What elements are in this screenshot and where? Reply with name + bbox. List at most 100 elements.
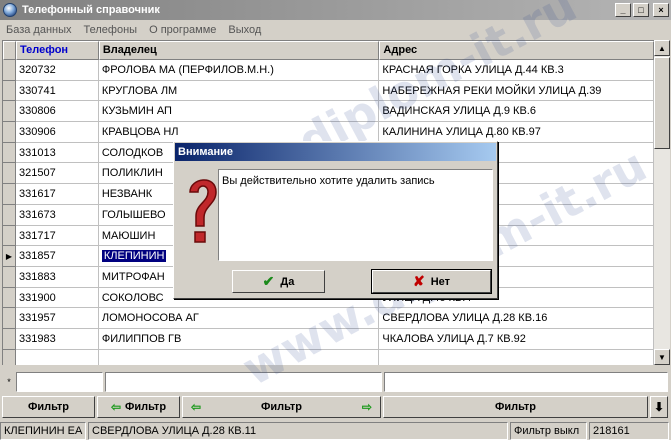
cell-phone[interactable]: 331883 bbox=[15, 266, 99, 288]
table-row[interactable]: 330741 КРУГЛОВА ЛМ НАБЕРЕЖНАЯ РЕКИ МОЙКИ У… bbox=[3, 80, 654, 102]
cell-owner[interactable]: КУЗЬМИН АП bbox=[98, 101, 380, 123]
filter-inputs: * bbox=[2, 372, 670, 392]
table-row[interactable]: 330806 КУЗЬМИН АП ВАДИНСКАЯ УЛИЦА Д.9 КВ.6 bbox=[3, 101, 654, 123]
cell-address[interactable]: КАЛИНИНА УЛИЦА Д.80 КВ.97 bbox=[379, 122, 654, 143]
yes-label: Да bbox=[280, 275, 295, 288]
cell-text: 330906 bbox=[18, 126, 56, 139]
column-owner[interactable]: Владелец bbox=[98, 41, 380, 60]
cell-text: 331883 bbox=[18, 270, 56, 283]
cell-owner[interactable]: ФИЛИППОВ ГВ bbox=[98, 328, 380, 350]
cell-phone[interactable]: 331983 bbox=[15, 328, 99, 350]
cell-phone[interactable]: 331857 bbox=[15, 246, 99, 267]
cell-phone[interactable] bbox=[16, 349, 99, 365]
table-row[interactable]: 331983 ФИЛИППОВ ГВ ЧКАЛОВА УЛИЦА Д.7 КВ.92 bbox=[3, 328, 654, 350]
arrow-left-icon: ⇦ bbox=[110, 400, 121, 414]
row-indicator bbox=[3, 60, 16, 81]
cell-text: 330741 bbox=[18, 84, 56, 97]
scroll-down-button[interactable]: ▼ bbox=[654, 349, 670, 365]
question-mark-icon bbox=[189, 179, 217, 243]
column-address[interactable]: Адрес bbox=[379, 41, 654, 60]
cell-text: КРУГЛОВА ЛМ bbox=[101, 84, 178, 97]
cell-phone[interactable]: 331673 bbox=[15, 204, 99, 226]
table-row[interactable] bbox=[3, 349, 654, 365]
filter-phone-input[interactable] bbox=[16, 372, 103, 392]
cell-address[interactable]: НАБЕРЕЖНАЯ РЕКИ МОЙКИ УЛИЦА Д.39 bbox=[379, 80, 654, 102]
cell-owner[interactable]: ФРОЛОВА МА (ПЕРФИЛОВ.М.Н.) bbox=[98, 60, 380, 81]
scroll-thumb[interactable] bbox=[654, 57, 670, 149]
scroll-up-button[interactable]: ▲ bbox=[654, 40, 670, 56]
table-row[interactable]: 320732 ФРОЛОВА МА (ПЕРФИЛОВ.М.Н.) КРАСНАЯ … bbox=[3, 60, 654, 81]
maximize-button[interactable]: □ bbox=[633, 3, 649, 17]
table-row[interactable]: 330906 КРАВЦОВА НЛ КАЛИНИНА УЛИЦА Д.80 КВ.… bbox=[3, 122, 654, 143]
check-icon: ✔ bbox=[262, 273, 275, 289]
cell-phone[interactable]: 320732 bbox=[15, 60, 99, 81]
cell-owner[interactable]: КРАВЦОВА НЛ bbox=[98, 122, 380, 143]
arrow-left-icon: ⇦ bbox=[191, 400, 202, 414]
cell-text: СВЕРДЛОВА УЛИЦА Д.28 КВ.16 bbox=[382, 312, 548, 325]
cell-address[interactable]: ЧКАЛОВА УЛИЦА Д.7 КВ.92 bbox=[379, 328, 654, 350]
filter-back-label: Фильтр bbox=[125, 401, 167, 413]
cell-phone[interactable]: 331013 bbox=[15, 142, 99, 164]
maximize-icon: □ bbox=[638, 4, 644, 15]
cell-address[interactable]: ВАДИНСКАЯ УЛИЦА Д.9 КВ.6 bbox=[379, 101, 654, 123]
cell-phone[interactable]: 331617 bbox=[15, 184, 99, 205]
cell-phone[interactable]: 330741 bbox=[15, 80, 99, 102]
status-filter: Фильтр выкл bbox=[510, 422, 587, 440]
cell-text: 320732 bbox=[18, 64, 56, 76]
cell-text: ГОЛЫШЕВО bbox=[101, 208, 166, 221]
cell-address[interactable] bbox=[379, 349, 654, 365]
yes-button[interactable]: ✔ Да bbox=[232, 270, 325, 293]
no-button[interactable]: ✘ Нет bbox=[371, 269, 492, 294]
filter-address-input[interactable] bbox=[384, 372, 668, 392]
cell-owner[interactable] bbox=[99, 349, 380, 365]
cell-text: ФИЛИППОВ ГВ bbox=[101, 332, 182, 345]
filter-owner-label: Фильтр bbox=[260, 401, 303, 413]
row-indicator bbox=[3, 308, 16, 329]
filter-buttons: Фильтр ⇦ Фильтр ⇦ Фильтр ⇨ Фильтр ⬇ bbox=[2, 396, 670, 418]
vertical-scrollbar[interactable]: ▲ ▼ bbox=[654, 40, 670, 365]
filter-asterisk-icon: * bbox=[7, 377, 11, 387]
row-indicator bbox=[3, 328, 16, 350]
app-globe-icon[interactable] bbox=[3, 3, 17, 17]
filter-owner-button[interactable]: ⇦ Фильтр ⇨ bbox=[182, 396, 381, 418]
cell-address[interactable]: КРАСНАЯ ГОРКА УЛИЦА Д.44 КВ.3 bbox=[379, 60, 654, 81]
cell-owner[interactable]: КРУГЛОВА ЛМ bbox=[98, 80, 380, 102]
menu-bar: База данных Телефоны О программе Выход bbox=[0, 20, 671, 39]
filter-address-button[interactable]: Фильтр bbox=[383, 396, 648, 418]
cell-text: ПОЛИКЛИН bbox=[101, 167, 163, 180]
no-label: Нет bbox=[430, 275, 451, 288]
cell-phone[interactable]: 331957 bbox=[15, 308, 99, 329]
cell-text: МИТРОФАН bbox=[101, 270, 165, 283]
window-title: Телефонный справочник bbox=[22, 4, 160, 16]
minimize-button[interactable]: _ bbox=[615, 3, 631, 17]
column-phone[interactable]: Телефон bbox=[15, 41, 99, 60]
cell-address[interactable]: СВЕРДЛОВА УЛИЦА Д.28 КВ.16 bbox=[379, 308, 654, 329]
close-button[interactable]: × bbox=[653, 3, 669, 17]
row-indicator bbox=[3, 204, 16, 226]
cell-text: 331617 bbox=[18, 188, 56, 201]
filter-phone-button[interactable]: Фильтр bbox=[2, 396, 95, 418]
menu-exit[interactable]: Выход bbox=[222, 24, 267, 36]
cell-phone[interactable]: 330906 bbox=[15, 122, 99, 143]
menu-about[interactable]: О программе bbox=[143, 24, 222, 36]
cell-text: КРАСНАЯ ГОРКА УЛИЦА Д.44 КВ.3 bbox=[382, 64, 564, 76]
menu-database[interactable]: База данных bbox=[0, 24, 78, 36]
row-indicator bbox=[3, 80, 16, 102]
cell-text: 331957 bbox=[18, 312, 56, 325]
cell-text: 321507 bbox=[18, 167, 56, 180]
cell-phone[interactable]: 330806 bbox=[15, 101, 99, 123]
cell-owner[interactable]: ЛОМОНОСОВА АГ bbox=[98, 308, 380, 329]
cell-phone[interactable]: 331717 bbox=[15, 225, 99, 247]
menu-phones[interactable]: Телефоны bbox=[78, 24, 144, 36]
table-row[interactable]: 331957 ЛОМОНОСОВА АГ СВЕРДЛОВА УЛИЦА Д.28 … bbox=[3, 308, 654, 329]
cell-phone[interactable]: 321507 bbox=[15, 163, 99, 185]
filter-owner-input[interactable] bbox=[105, 372, 382, 392]
scroll-down-arrow-button[interactable]: ⬇ bbox=[650, 396, 668, 418]
filter-back-button[interactable]: ⇦ Фильтр bbox=[97, 396, 180, 418]
cell-phone[interactable]: 331900 bbox=[15, 287, 99, 309]
cell-text: 331013 bbox=[18, 146, 56, 159]
cell-text: КЛЕПИНИН bbox=[101, 250, 167, 263]
cell-text: 331673 bbox=[18, 208, 56, 221]
cell-text: КАЛИНИНА УЛИЦА Д.80 КВ.97 bbox=[382, 126, 541, 139]
current-row-indicator-icon: ▶ bbox=[3, 246, 16, 267]
